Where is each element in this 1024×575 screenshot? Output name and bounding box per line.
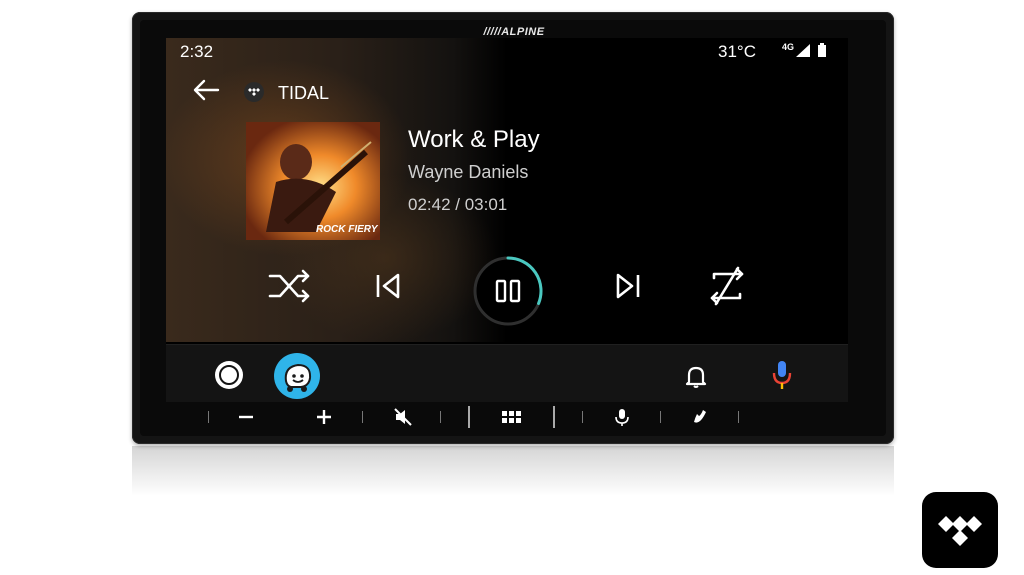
- battery-icon: [818, 43, 826, 57]
- volume-up-icon[interactable]: [312, 406, 336, 428]
- repeat-off-icon[interactable]: [706, 264, 748, 308]
- volume-down-icon[interactable]: [234, 406, 258, 428]
- app-dock: [166, 344, 848, 402]
- hw-separator: [660, 411, 661, 423]
- app-name: TIDAL: [278, 83, 330, 103]
- hw-separator: [738, 411, 739, 423]
- album-art: ROCK FIERY: [246, 122, 380, 240]
- progress-ring: [473, 256, 543, 326]
- bell-icon[interactable]: [684, 363, 708, 389]
- play-pause-button[interactable]: [470, 256, 546, 326]
- previous-icon[interactable]: [374, 272, 402, 300]
- hw-separator: [440, 411, 441, 423]
- device-reflection: [132, 446, 894, 496]
- voice-mic-icon[interactable]: [610, 406, 634, 428]
- album-art-text: ROCK FIERY: [316, 224, 379, 235]
- tidal-app-badge: [922, 492, 998, 568]
- track-title: Work & Play: [408, 126, 540, 153]
- tidal-icon: [938, 516, 982, 546]
- brand-logo: /////ALPINE: [483, 26, 545, 38]
- track-time: 02:42 / 03:01: [408, 195, 508, 214]
- hardware-button-bar: [166, 404, 848, 432]
- network-type: 4G: [782, 42, 795, 52]
- display-screen: 2:32 31°C 4G TIDAL ROCK FIERY Work & Pla…: [166, 38, 848, 402]
- mute-icon[interactable]: [391, 406, 415, 428]
- track-artist: Wayne Daniels: [408, 162, 529, 182]
- status-temperature: 31°C: [718, 42, 756, 61]
- hw-separator: [362, 411, 363, 423]
- waze-icon[interactable]: [274, 353, 320, 399]
- signal-icon: [796, 44, 810, 57]
- back-arrow-icon[interactable]: [192, 78, 220, 102]
- home-icon[interactable]: [215, 361, 243, 389]
- next-icon[interactable]: [614, 272, 642, 300]
- hw-separator: [553, 406, 555, 428]
- tidal-icon: [244, 82, 264, 102]
- hw-separator: [208, 411, 209, 423]
- hw-separator: [468, 406, 470, 428]
- status-time: 2:32: [180, 42, 214, 61]
- shuffle-icon[interactable]: [268, 266, 312, 306]
- mic-icon[interactable]: [770, 359, 794, 391]
- phone-icon[interactable]: [688, 406, 712, 428]
- apps-grid-icon[interactable]: [500, 406, 524, 428]
- hw-separator: [582, 411, 583, 423]
